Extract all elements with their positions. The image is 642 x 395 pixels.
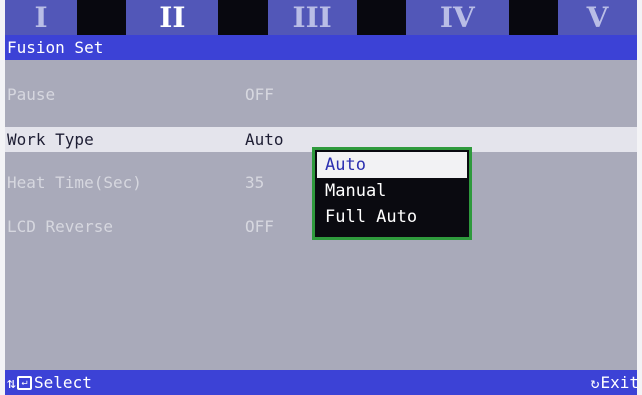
select-hint: ⇅ ↵ Select xyxy=(7,373,92,392)
dropdown-option-full-auto[interactable]: Full Auto xyxy=(317,204,467,230)
up-down-arrows-icon: ⇅ xyxy=(7,373,17,392)
select-label: Select xyxy=(34,373,92,392)
tab-separator xyxy=(77,0,127,35)
exit-button[interactable]: ↻ Exit xyxy=(590,373,639,392)
page-title: Fusion Set xyxy=(5,35,637,60)
work-type-dropdown: Auto Manual Full Auto xyxy=(312,147,472,240)
tab-separator xyxy=(356,0,406,35)
tab-separator xyxy=(508,0,559,35)
tab-1[interactable]: I xyxy=(5,0,77,35)
setting-value: Auto xyxy=(245,130,284,149)
device-screen: I II III IV V Fusion Set Pause OFF Work … xyxy=(5,0,639,395)
setting-value: OFF xyxy=(245,217,274,236)
setting-label: Heat Time(Sec) xyxy=(7,173,142,192)
dropdown-option-auto[interactable]: Auto xyxy=(317,152,467,178)
tab-5[interactable]: V xyxy=(558,0,637,35)
enter-icon: ↵ xyxy=(17,375,33,390)
tab-bar: I II III IV V xyxy=(5,0,637,35)
setting-label: Work Type xyxy=(7,130,94,149)
setting-value: OFF xyxy=(245,85,274,104)
tab-3[interactable]: III xyxy=(268,0,357,35)
setting-label: LCD Reverse xyxy=(7,217,113,236)
exit-label: Exit xyxy=(600,373,639,392)
setting-row-pause[interactable]: Pause OFF xyxy=(5,82,637,107)
tab-2[interactable]: II xyxy=(126,0,218,35)
tab-4[interactable]: IV xyxy=(406,0,509,35)
setting-label: Pause xyxy=(7,85,56,104)
footer-bar: ⇅ ↵ Select ↻ Exit xyxy=(5,370,639,395)
refresh-icon: ↻ xyxy=(590,373,600,392)
setting-value: 35 xyxy=(245,173,265,192)
dropdown-option-manual[interactable]: Manual xyxy=(317,178,467,204)
tab-separator xyxy=(218,0,268,35)
